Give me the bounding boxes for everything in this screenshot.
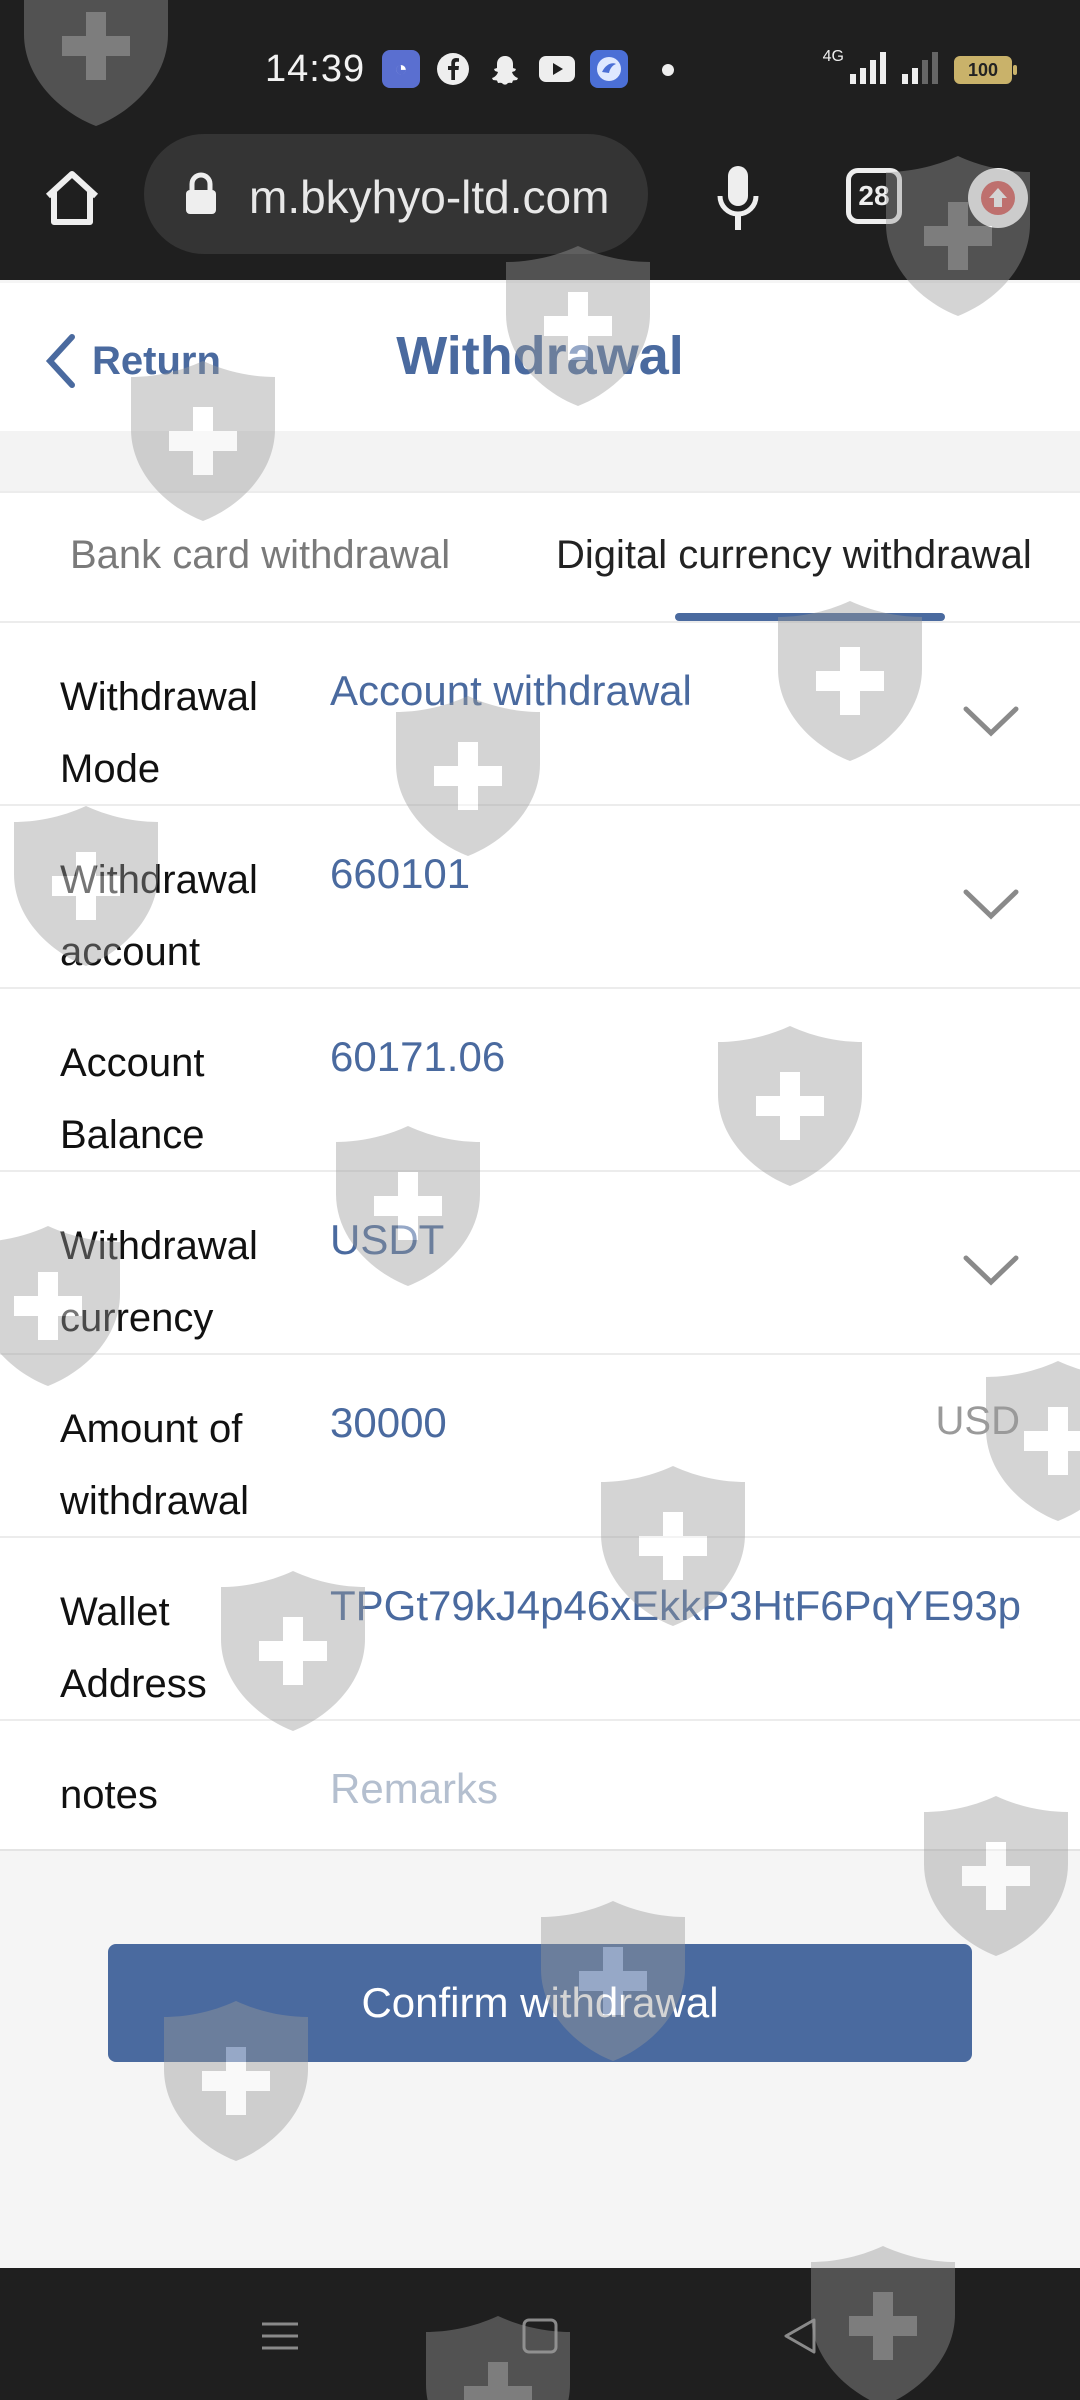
microphone-icon (717, 166, 759, 230)
url-text: m.bkyhyo-ltd.com (249, 171, 610, 223)
voice-search-button[interactable] (708, 160, 768, 240)
youtube-icon (538, 50, 576, 88)
withdrawal-tabs: Bank card withdrawal Digital currency wi… (0, 491, 1080, 623)
withdrawal-currency-label: Withdrawal currency (60, 1224, 258, 1340)
notes-label: notes (60, 1773, 158, 1817)
notification-dot (662, 64, 674, 76)
withdrawal-form: Withdrawal Mode Account withdrawal Withd… (0, 623, 1080, 1851)
amount-label: Amount of withdrawal (60, 1407, 249, 1523)
withdrawal-account-value: 660101 (330, 850, 471, 897)
arrow-up-icon (981, 181, 1015, 215)
withdrawal-account-select[interactable]: Withdrawal account 660101 (0, 806, 1080, 989)
status-indicators: 4G 100 (823, 48, 1017, 84)
app-icon (590, 50, 628, 88)
signal-icon (850, 52, 886, 84)
account-balance-label: Account Balance (60, 1041, 205, 1157)
tab-count: 28 (858, 180, 890, 211)
account-balance-value: 60171.06 (330, 1033, 506, 1080)
home-icon (45, 171, 99, 225)
wallet-address-input[interactable]: TPGt79kJ4p46xEkkP3HtF6PqYE93pj (330, 1582, 1020, 1630)
facebook-icon (434, 50, 472, 88)
tab-bank-card[interactable]: Bank card withdrawal (70, 533, 450, 578)
chevron-down-icon (963, 889, 1019, 920)
status-bar: 14:39 ◔ 4G 100 (0, 0, 1080, 140)
withdrawal-currency-select[interactable]: Withdrawal currency USDT (0, 1172, 1080, 1355)
address-bar[interactable]: m.bkyhyo-ltd.com (144, 134, 648, 254)
signal-icon-secondary (902, 52, 938, 84)
tab-switcher-button[interactable]: 28 (846, 168, 902, 224)
back-triangle-icon[interactable] (776, 2312, 824, 2360)
status-app-icons: ◔ (382, 50, 628, 88)
battery-level: 100 (967, 59, 999, 80)
browser-toolbar: m.bkyhyo-ltd.com 28 (0, 134, 1080, 280)
chevron-down-icon (963, 706, 1019, 737)
withdrawal-currency-value: USDT (330, 1216, 445, 1263)
active-tab-indicator (675, 613, 945, 621)
amount-unit: USD (935, 1399, 1020, 1443)
snapchat-icon (486, 50, 524, 88)
withdrawal-mode-value: Account withdrawal (330, 667, 692, 714)
network-type: 4G (822, 48, 844, 65)
confirm-withdrawal-button[interactable]: Confirm withdrawal (108, 1944, 972, 2062)
withdrawal-mode-select[interactable]: Withdrawal Mode Account withdrawal (0, 623, 1080, 806)
amount-input[interactable]: 30000 (330, 1399, 447, 1447)
home-button[interactable] (40, 166, 104, 230)
home-square-icon[interactable] (516, 2312, 564, 2360)
lock-icon (186, 172, 216, 214)
account-balance-row: Account Balance 60171.06 (0, 989, 1080, 1172)
wallet-address-label: Wallet Address (60, 1590, 207, 1706)
status-time: 14:39 (265, 48, 366, 90)
system-nav-bar (0, 2268, 1080, 2400)
chevron-down-icon (963, 1255, 1019, 1286)
divider-band (0, 431, 1080, 491)
withdrawal-account-label: Withdrawal account (60, 858, 258, 974)
notes-input[interactable]: Remarks (330, 1765, 498, 1813)
withdrawal-mode-label: Withdrawal Mode (60, 675, 258, 791)
update-button[interactable] (968, 168, 1028, 228)
wallet-address-row: Wallet Address TPGt79kJ4p46xEkkP3HtF6PqY… (0, 1538, 1080, 1721)
tab-digital-currency[interactable]: Digital currency withdrawal (556, 533, 1032, 578)
amount-row: Amount of withdrawal 30000 USD (0, 1355, 1080, 1538)
battery-icon: 100 (954, 56, 1017, 84)
menu-icon[interactable] (256, 2312, 304, 2360)
messenger-icon: ◔ (382, 50, 420, 88)
notes-row: notes Remarks (0, 1721, 1080, 1851)
page-title: Withdrawal (396, 326, 684, 386)
app-header: Return Withdrawal (0, 283, 1080, 431)
